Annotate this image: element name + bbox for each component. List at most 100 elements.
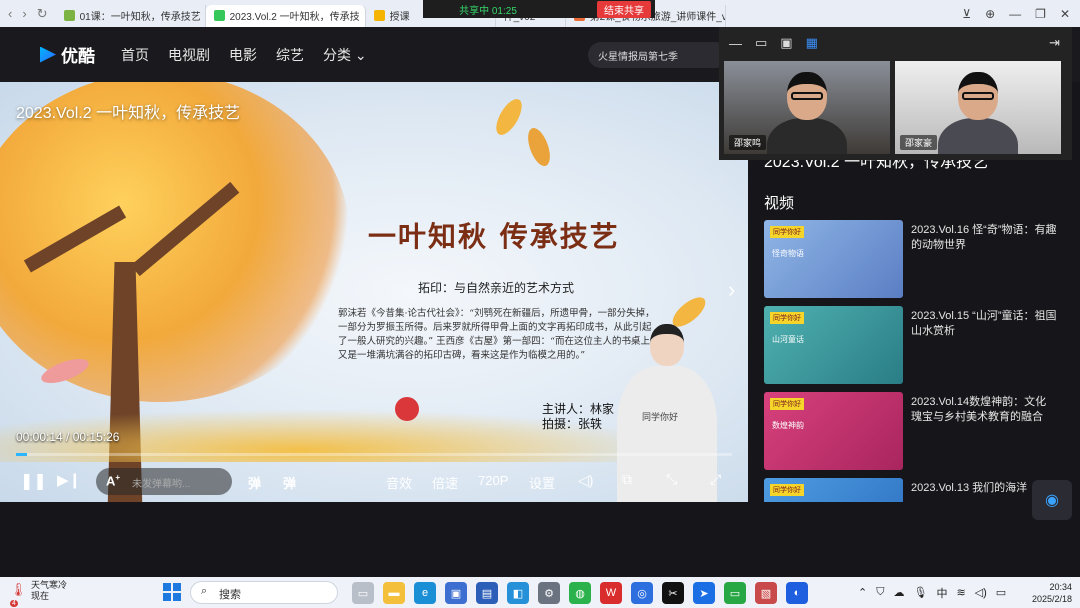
back-icon[interactable]: ‹	[8, 6, 12, 22]
assistant-icon: ◉	[1045, 492, 1059, 509]
weather-widget[interactable]: 🌡4 天气寒冷 现在	[10, 580, 68, 607]
tab-favicon	[373, 10, 385, 21]
participant-video[interactable]: 邵家豪	[895, 61, 1061, 154]
fullscreen-icon[interactable]: ⤢	[710, 471, 721, 488]
screen-share-bar: 共享中 01:25 结束共享	[423, 0, 655, 18]
microphone-icon[interactable]: 🎙	[913, 586, 927, 599]
meeting-app-icon[interactable]: ◧	[507, 582, 529, 604]
presenter-head	[650, 324, 684, 366]
nav-variety[interactable]: 综艺	[276, 45, 304, 65]
weather-line1: 天气寒冷	[31, 580, 68, 590]
edge-icon[interactable]: e	[414, 582, 436, 604]
speaker-view-icon[interactable]: ▣	[780, 35, 792, 51]
weather-badge: 4	[10, 599, 18, 607]
document-app-icon[interactable]: ▧	[755, 582, 777, 604]
speed-button[interactable]: 倍速	[432, 473, 458, 492]
tencent-meeting-icon[interactable]: ◐	[786, 582, 808, 604]
video-list-item[interactable]: 同学你好 2023.Vol.13 我们的海洋	[764, 478, 1068, 502]
volume-icon[interactable]: ◁)	[578, 472, 593, 489]
credit-speaker: 主讲人：林家	[542, 402, 615, 416]
participant-figure	[767, 72, 847, 154]
next-episode-icon[interactable]: ▶❙	[57, 471, 81, 489]
feishu-icon[interactable]: ➤	[693, 582, 715, 604]
wifi-icon[interactable]: ≋	[956, 586, 965, 599]
app-icon[interactable]: ▣	[445, 582, 467, 604]
progress-bar[interactable]	[16, 453, 732, 456]
video-item-title: 2023.Vol.14数煌神韵：文化瑰宝与乡村美术教育的融合	[911, 396, 1047, 423]
wechat-icon[interactable]: ◍	[569, 582, 591, 604]
participant-video[interactable]: 邵家鸣	[724, 61, 890, 154]
reload-icon[interactable]: ↻	[37, 6, 48, 22]
danmu-input[interactable]: A+ 未发弹幕哟...	[96, 468, 232, 495]
time-total: 00:15:26	[72, 430, 120, 444]
settings-icon[interactable]: ⚙	[538, 582, 560, 604]
chrome-icon[interactable]: ◎	[631, 582, 653, 604]
window-icon[interactable]: ▭	[755, 35, 767, 51]
tab-1[interactable]: 01课：一叶知秋，传承技艺	[56, 4, 206, 27]
nav-movies[interactable]: 电影	[229, 45, 257, 65]
nav-category[interactable]: 分类 ⌄	[323, 45, 367, 65]
window-controls: ⊻ ⊕ — ❐ ✕	[962, 7, 1080, 21]
quality-button[interactable]: 720P	[478, 473, 508, 488]
video-item-title: 2023.Vol.16 怪“奇”物语：有趣的动物世界	[911, 224, 1057, 251]
restore-icon[interactable]: ❐	[1035, 7, 1046, 21]
tab-2[interactable]: 2023.Vol.2 一叶知秋，传承技 ×	[205, 4, 366, 27]
battery-icon[interactable]: ▭	[996, 586, 1006, 599]
volume-icon[interactable]: ◁)	[975, 586, 987, 599]
chevron-up-icon[interactable]: ⌃	[858, 586, 867, 599]
close-window-icon[interactable]: ✕	[1060, 7, 1070, 21]
settings-button[interactable]: 设置	[529, 473, 555, 492]
clock-time: 20:34	[1049, 582, 1072, 592]
stop-share-button[interactable]: 结束共享	[597, 0, 651, 18]
shield-icon[interactable]: ⛉	[876, 586, 884, 599]
web-fullscreen-icon[interactable]: ⤡	[666, 471, 677, 488]
video-list-item[interactable]: 同学你好 山河童话 2023.Vol.15 “山河”童话：祖国山水赏析	[764, 306, 1068, 384]
store-icon[interactable]: ▤	[476, 582, 498, 604]
capcut-icon[interactable]: ✂	[662, 582, 684, 604]
thumb-caption: 怪奇物语	[772, 249, 804, 258]
forward-icon[interactable]: ›	[22, 6, 26, 22]
thumb-tag: 同学你好	[770, 312, 804, 324]
task-view-icon[interactable]: ▭	[352, 582, 374, 604]
gallery-view-icon[interactable]: ▦	[806, 35, 818, 51]
tab-favicon	[63, 10, 75, 21]
slide-heading: 一叶知秋 传承技艺	[368, 220, 620, 253]
video-list-item[interactable]: 同学你好 数煌神韵 2023.Vol.14数煌神韵：文化瑰宝与乡村美术教育的融合	[764, 392, 1068, 470]
nav-home[interactable]: 首页	[121, 45, 149, 65]
glasses-icon	[962, 92, 994, 100]
ime-indicator[interactable]: 中	[936, 585, 947, 601]
pip-icon[interactable]: ⧉	[622, 471, 632, 488]
tab-title: 2023.Vol.2 一叶知秋，传承技	[229, 12, 360, 23]
danmu-settings-button[interactable]: 弹	[283, 473, 296, 492]
chevron-right-icon[interactable]: ›	[728, 277, 735, 303]
glasses-icon	[791, 92, 823, 100]
screen: ‹ › ↻ 01课：一叶知秋，传承技艺 2023.Vol.2 一叶知秋，传承技 …	[0, 0, 1080, 608]
danmu-toggle-button[interactable]: 弹	[248, 473, 261, 492]
meeting-toolbar: — ▭ ▣ ▦ ⇥	[719, 27, 1072, 59]
cloud-icon[interactable]: ☁	[893, 586, 904, 599]
taskbar-clock[interactable]: 20:34 2025/2/18	[1028, 581, 1072, 605]
download-icon[interactable]: ⊻	[962, 7, 971, 21]
video-list-item[interactable]: 同学你好 怪奇物语 2023.Vol.16 怪“奇”物语：有趣的动物世界	[764, 220, 1068, 298]
wps-icon[interactable]: W	[600, 582, 622, 604]
youku-logo[interactable]: 优酷	[40, 42, 95, 67]
file-explorer-icon[interactable]: ▬	[383, 582, 405, 604]
taskbar-search[interactable]: ⌕ 搜索	[190, 581, 338, 604]
search-input[interactable]: 火星情报局第七季	[588, 42, 728, 68]
participant-body	[767, 118, 847, 154]
windows-start-icon[interactable]	[163, 583, 181, 601]
pause-icon[interactable]: ❚❚	[20, 471, 47, 491]
floating-assistant-button[interactable]: ◉	[1032, 480, 1072, 520]
screen-share-app-icon[interactable]: ▭	[724, 582, 746, 604]
time-display: 00:00:14 / 00:15:26	[16, 430, 120, 444]
youku-logo-icon	[40, 46, 56, 63]
globe-icon[interactable]: ⊕	[985, 7, 995, 21]
collapse-icon[interactable]: ⇥	[1049, 35, 1060, 51]
video-title-overlay: 2023.Vol.2 一叶知秋，传承技艺	[16, 105, 241, 122]
video-player[interactable]: 2023.Vol.2 一叶知秋，传承技艺 一叶知秋 传承技艺 拓印：与自然亲近的…	[0, 82, 748, 502]
minimize-icon[interactable]: —	[1009, 7, 1021, 21]
minimize-icon[interactable]: —	[729, 36, 742, 51]
nav-tv[interactable]: 电视剧	[168, 45, 210, 65]
sound-effect-button[interactable]: 音效	[386, 473, 412, 492]
danmu-font-icon[interactable]: A+	[106, 473, 120, 488]
